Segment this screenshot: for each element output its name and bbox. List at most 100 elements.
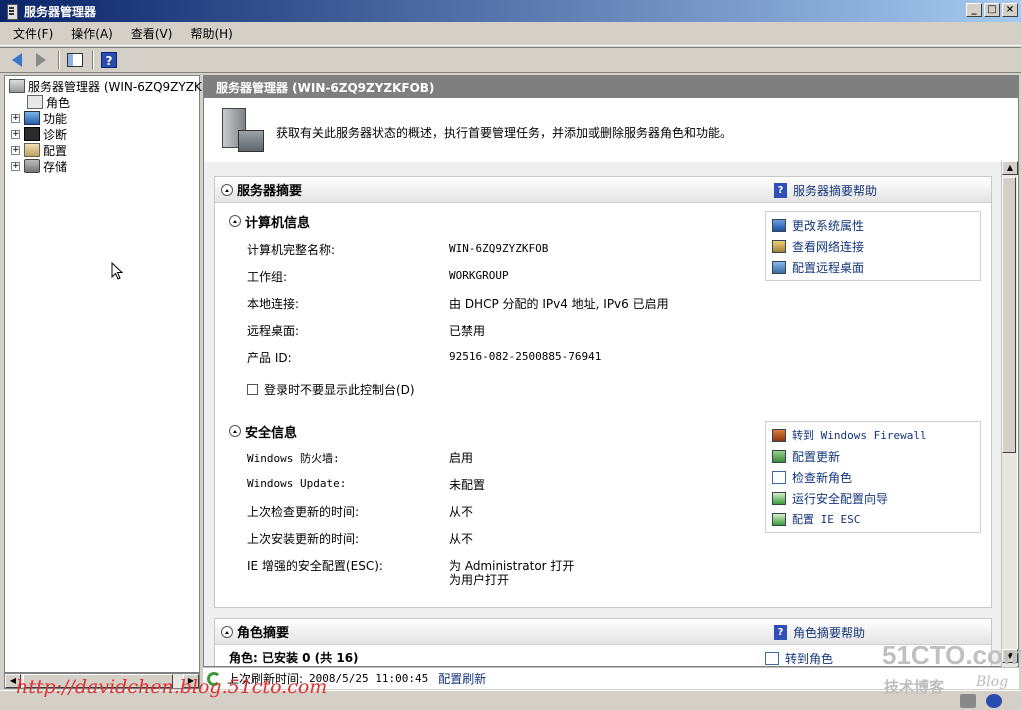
help-button[interactable]: ?	[98, 50, 120, 70]
tree-item-features[interactable]: + 功能	[11, 110, 67, 126]
roles-installed-count: 角色: 已安装 0 (共 16)	[229, 651, 359, 665]
features-icon	[24, 111, 40, 125]
security-info-header[interactable]: 安全信息	[229, 421, 297, 441]
console-tree: 服务器管理器 (WIN-6ZQ9ZYZKFO 角色 + 功能 + 诊断 + 配置…	[4, 75, 218, 673]
intro-panel: 获取有关此服务器状态的概述，执行首要管理任务，并添加或删除服务器角色和功能。	[204, 98, 1002, 162]
checkbox-label: 登录时不要显示此控制台(D)	[264, 383, 415, 397]
tree-root-label: 服务器管理器 (WIN-6ZQ9ZYZKFO	[28, 79, 219, 94]
help-icon: ?	[773, 183, 787, 198]
role-summary-help-link[interactable]: ? 角色摘要帮助	[773, 624, 865, 641]
tree-item-label: 诊断	[43, 127, 68, 142]
menu-action[interactable]: 操作(A)	[64, 23, 120, 44]
kv-value: 未配置	[449, 478, 486, 492]
go-to-roles-link[interactable]: 转到角色	[765, 649, 833, 666]
tree-item-roles[interactable]: 角色	[27, 94, 70, 110]
server-summary-help-link[interactable]: ? 服务器摘要帮助	[773, 182, 877, 199]
tree-item-configuration[interactable]: + 配置	[11, 142, 67, 158]
roles-icon	[765, 651, 779, 665]
kv-label: Windows 防火墙:	[247, 452, 340, 465]
network-connections-icon	[772, 239, 786, 253]
watermark-subtitle: 技术博客	[884, 678, 945, 696]
tree-item-storage[interactable]: + 存储	[11, 158, 67, 174]
section-title: 角色摘要	[237, 626, 290, 641]
security-info-subsection: 安全信息 Windows 防火墙: 启用 Windows Update: 未配置…	[229, 421, 989, 601]
kv-value: WORKGROUP	[449, 269, 509, 282]
tree-item-label: 存储	[43, 159, 68, 174]
role-summary-header[interactable]: 角色摘要 ? 角色摘要帮助	[215, 619, 991, 645]
details-vertical-scrollbar[interactable]: ▲ ▼	[1001, 161, 1018, 667]
role-summary-section: 角色摘要 ? 角色摘要帮助 角色: 已安装 0 (共 16) 转到角色	[214, 618, 992, 666]
windows-update-icon	[772, 449, 786, 463]
go-to-windows-firewall-link[interactable]: 转到 Windows Firewall	[772, 426, 927, 444]
server-summary-header[interactable]: 服务器摘要 ? 服务器摘要帮助	[215, 177, 991, 203]
show-hide-tree-button[interactable]	[64, 50, 86, 70]
computer-info-header[interactable]: 计算机信息	[229, 211, 310, 231]
help-tray-icon[interactable]	[986, 694, 1002, 708]
intro-text: 获取有关此服务器状态的概述，执行首要管理任务，并添加或删除服务器角色和功能。	[276, 126, 733, 140]
collapse-icon[interactable]	[229, 425, 241, 437]
computer-info-tasks: 更改系统属性 查看网络连接 配置远程桌面	[765, 211, 981, 281]
expand-icon[interactable]: +	[11, 145, 20, 155]
server-manager-large-icon	[218, 108, 266, 154]
section-title: 服务器摘要	[237, 184, 303, 199]
diagnostics-icon	[24, 127, 40, 141]
help-icon: ?	[101, 52, 117, 68]
maximize-button[interactable]: □	[984, 3, 1000, 17]
dont-show-console-checkbox[interactable]: 登录时不要显示此控制台(D)	[247, 381, 415, 398]
configure-updates-link[interactable]: 配置更新	[772, 447, 840, 465]
window-controls: _ □ ×	[966, 3, 1018, 17]
minimize-button[interactable]: _	[966, 3, 982, 17]
tree-item-diagnostics[interactable]: + 诊断	[11, 126, 67, 142]
configure-ie-esc-link[interactable]: 配置 IE ESC	[772, 510, 860, 528]
watermark-url: http://davidchen.blog.51cto.com	[16, 676, 328, 698]
change-system-properties-link[interactable]: 更改系统属性	[772, 216, 864, 234]
configure-refresh-link[interactable]: 配置刷新	[438, 670, 486, 687]
back-button[interactable]	[6, 50, 28, 70]
kv-label: Windows Update:	[247, 477, 347, 490]
checkbox-icon[interactable]	[247, 384, 258, 395]
content-area: 服务器摘要 ? 服务器摘要帮助 计算机信息 计算机完整名称: WIN-6ZQ9Z…	[204, 162, 1002, 666]
scroll-up-icon[interactable]: ▲	[1002, 161, 1018, 175]
security-wizard-icon	[772, 491, 786, 505]
collapse-icon[interactable]	[221, 183, 233, 196]
storage-icon	[24, 159, 40, 173]
run-security-config-wizard-link[interactable]: 运行安全配置向导	[772, 489, 888, 507]
mouse-cursor-icon	[111, 262, 123, 280]
kv-value: WIN-6ZQ9ZYZKFOB	[449, 242, 549, 255]
toolbar-separator	[58, 51, 60, 69]
check-new-roles-link[interactable]: 检查新角色	[772, 468, 852, 486]
tree-item-label: 配置	[43, 143, 68, 158]
expand-icon[interactable]: +	[11, 113, 20, 123]
computer-info-subsection: 计算机信息 计算机完整名称: WIN-6ZQ9ZYZKFOB 工作组: WORK…	[229, 211, 989, 421]
menu-file[interactable]: 文件(F)	[6, 23, 60, 44]
collapse-icon[interactable]	[221, 625, 233, 638]
subsection-title: 计算机信息	[245, 215, 311, 231]
firewall-icon	[772, 428, 786, 442]
remote-desktop-icon	[772, 260, 786, 274]
kv-label: 上次安装更新的时间:	[247, 532, 360, 546]
close-button[interactable]: ×	[1002, 3, 1018, 17]
help-link-label: 服务器摘要帮助	[792, 184, 877, 198]
tree-item-label: 角色	[46, 95, 71, 110]
menu-view[interactable]: 查看(V)	[124, 23, 180, 44]
kv-value: 已禁用	[449, 324, 486, 338]
scroll-thumb[interactable]	[1002, 177, 1016, 453]
roles-icon	[27, 95, 43, 109]
expand-icon[interactable]: +	[11, 129, 20, 139]
security-info-tasks: 转到 Windows Firewall 配置更新 检查新角色 运行安全配置向导 …	[765, 421, 981, 533]
tree-root-server-manager[interactable]: 服务器管理器 (WIN-6ZQ9ZYZKFO	[9, 78, 218, 94]
menu-help[interactable]: 帮助(H)	[183, 23, 239, 44]
kv-label: IE 增强的安全配置(ESC):	[247, 559, 383, 573]
page-title: 服务器管理器 (WIN-6ZQ9ZYZKFOB)	[204, 76, 1018, 98]
kv-value: 启用	[449, 451, 474, 465]
configure-remote-desktop-link[interactable]: 配置远程桌面	[772, 258, 864, 276]
watermark-blog: Blog	[976, 674, 1009, 690]
expand-icon[interactable]: +	[11, 161, 20, 171]
view-network-connections-link[interactable]: 查看网络连接	[772, 237, 864, 255]
tree-item-label: 功能	[43, 111, 68, 126]
printer-tray-icon[interactable]	[960, 694, 976, 708]
forward-button[interactable]	[30, 50, 52, 70]
collapse-icon[interactable]	[229, 215, 241, 227]
kv-value: 为用户打开	[449, 573, 510, 587]
ie-esc-icon	[772, 512, 786, 526]
